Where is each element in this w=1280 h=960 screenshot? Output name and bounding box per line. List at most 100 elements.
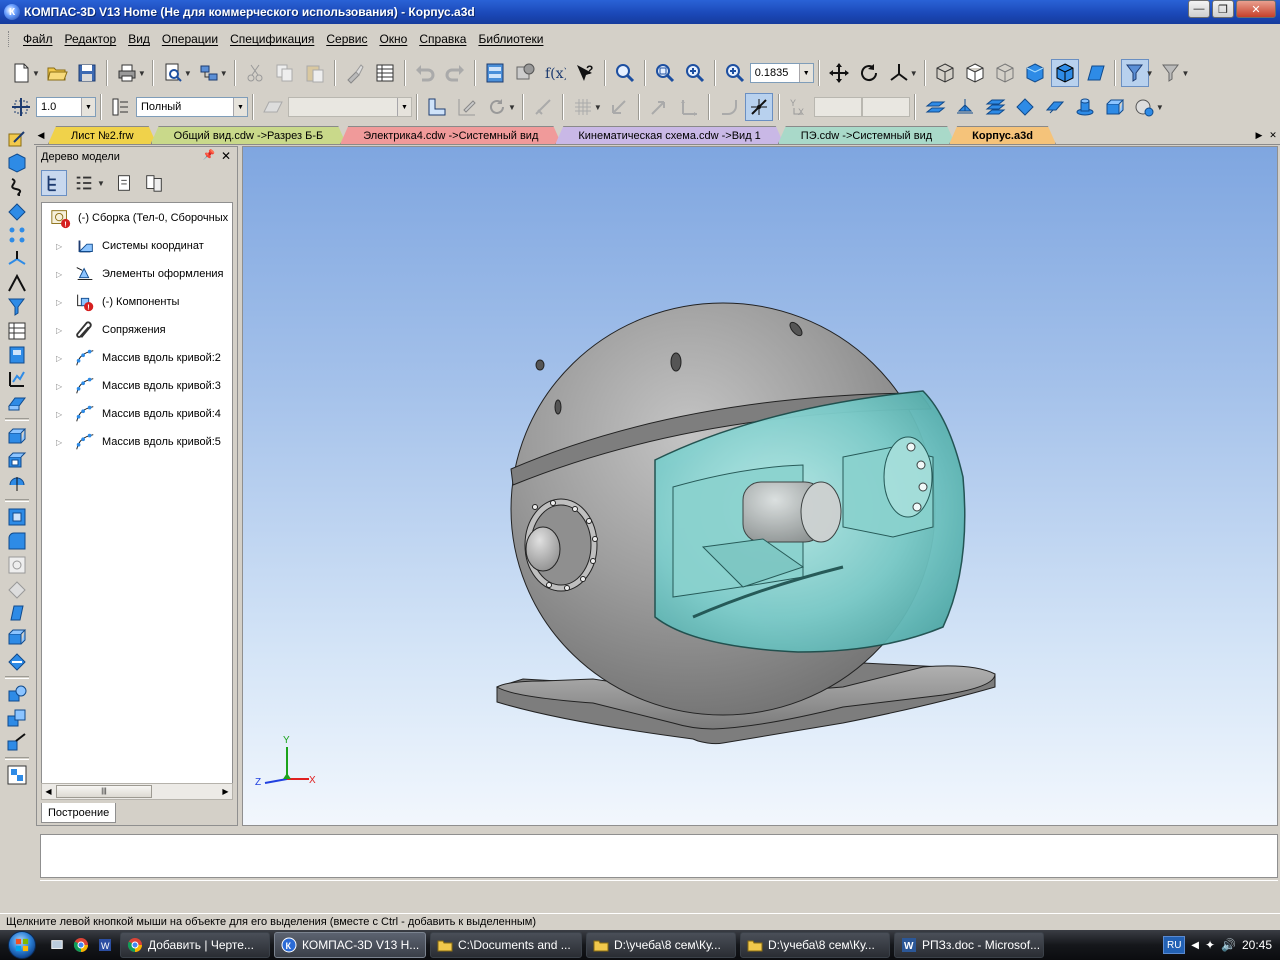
coord-button[interactable] <box>675 93 703 121</box>
menu-file[interactable]: Файл <box>17 32 59 46</box>
expand-icon[interactable]: ▷ <box>56 270 66 279</box>
chevron-down-icon[interactable]: ▼ <box>32 69 40 78</box>
volume-icon[interactable]: 🔊 <box>1221 938 1236 952</box>
rotate-op-icon[interactable] <box>3 472 31 496</box>
hole-op-button[interactable] <box>1071 93 1099 121</box>
taskbar-item-chrome[interactable]: Добавить | Черте... <box>120 932 270 958</box>
halftone-outline-button[interactable] <box>1050 59 1079 87</box>
tree-item[interactable]: ▷ Сопряжения <box>42 317 166 343</box>
split-icon[interactable] <box>3 649 31 673</box>
menu-editor[interactable]: Редактор <box>59 32 123 46</box>
tree-item[interactable]: ▷ Системы координат <box>42 233 204 259</box>
surface-icon[interactable] <box>3 199 31 223</box>
rotate-button[interactable] <box>855 59 883 87</box>
menu-grip[interactable] <box>8 31 11 47</box>
close-icon[interactable]: ✕ <box>221 149 231 163</box>
expand-icon[interactable]: ▷ <box>56 298 66 307</box>
kompas-app-icon[interactable]: К <box>4 4 20 20</box>
app-quicklaunch-icon[interactable]: W <box>94 934 116 956</box>
tab-construction[interactable]: Построение <box>41 803 117 823</box>
measure-button[interactable] <box>1131 93 1159 121</box>
loft-op-button[interactable] <box>981 93 1009 121</box>
sweep-op-button[interactable] <box>1011 93 1039 121</box>
model-3d-render[interactable] <box>243 147 1278 826</box>
taskbar-item-word[interactable]: W РПЗз.doc - Microsof... <box>894 932 1044 958</box>
aux-geometry-icon[interactable] <box>3 247 31 271</box>
tab-korpus[interactable]: Корпус.a3d <box>949 126 1056 144</box>
chevron-down-icon[interactable]: ▼ <box>1146 69 1154 78</box>
variables-button[interactable] <box>511 59 539 87</box>
specification-button[interactable] <box>371 59 399 87</box>
parametric-button[interactable] <box>529 93 557 121</box>
zoom-window-button[interactable] <box>611 59 639 87</box>
redo-button[interactable] <box>441 59 469 87</box>
expand-icon[interactable]: ▷ <box>56 438 66 447</box>
minimize-button[interactable]: — <box>1188 0 1210 18</box>
plane-icon[interactable] <box>259 93 287 121</box>
taskbar-item-folder-study2[interactable]: D:\учеба\8 сем\Ку... <box>740 932 890 958</box>
print-button[interactable] <box>113 59 141 87</box>
filter-icon[interactable] <box>3 295 31 319</box>
show-desktop-icon[interactable] <box>46 934 68 956</box>
chevron-down-icon[interactable]: ▼ <box>233 98 247 116</box>
expand-icon[interactable]: ▷ <box>56 242 66 251</box>
menu-window[interactable]: Окно <box>373 32 413 46</box>
tree-panel-button[interactable] <box>481 59 509 87</box>
chevron-down-icon[interactable]: ▼ <box>220 69 228 78</box>
step-combo[interactable]: 1.0 ▼ <box>36 97 96 117</box>
report-icon[interactable] <box>3 343 31 367</box>
scroll-left-icon[interactable]: ◀ <box>42 784 55 799</box>
tabs-scroll-left-icon[interactable]: ◀ <box>34 126 48 144</box>
shell-icon[interactable] <box>3 577 31 601</box>
close-button[interactable]: ✕ <box>1236 0 1276 18</box>
snap-button[interactable] <box>744 93 773 121</box>
tab-pe[interactable]: ПЭ.cdw ->Системный вид <box>778 126 955 144</box>
assembly-panel-icon[interactable] <box>3 763 31 787</box>
extrude-icon[interactable] <box>3 424 31 448</box>
shell-op-button[interactable] <box>1101 93 1129 121</box>
perspective-button[interactable] <box>1081 59 1109 87</box>
coord-x-field[interactable] <box>813 97 862 117</box>
tree-item[interactable]: ▷ ! (-) Компоненты <box>42 289 179 315</box>
extrude-op-button[interactable] <box>921 93 949 121</box>
tab-sheet2[interactable]: Лист №2.frw <box>48 126 157 144</box>
tree-document-button[interactable] <box>111 170 137 196</box>
round-button[interactable] <box>715 93 743 121</box>
style-combo[interactable]: Полный ▼ <box>136 97 248 117</box>
chevron-down-icon[interactable]: ▼ <box>1156 103 1164 112</box>
chevron-down-icon[interactable]: ▼ <box>184 69 192 78</box>
chrome-icon[interactable] <box>70 934 92 956</box>
expand-icon[interactable]: ▷ <box>56 382 66 391</box>
local-cs-button[interactable] <box>605 93 633 121</box>
rib-icon[interactable] <box>3 625 31 649</box>
menu-libraries[interactable]: Библиотеки <box>472 32 549 46</box>
zoom-combo[interactable]: 0.1835 ▼ <box>749 63 814 83</box>
tree-horizontal-scrollbar[interactable]: ◀ ||| ▶ <box>41 783 233 800</box>
help-pointer-button[interactable]: ? <box>571 59 599 87</box>
tree-root[interactable]: ! (-) Сборка (Тел-0, Сборочных <box>42 205 228 231</box>
menu-view[interactable]: Вид <box>122 32 156 46</box>
spec-icon[interactable] <box>3 319 31 343</box>
pattern-icon[interactable] <box>3 730 31 754</box>
chevron-down-icon[interactable]: ▼ <box>81 98 95 116</box>
chevron-down-icon[interactable]: ▼ <box>910 69 918 78</box>
manager-button[interactable] <box>195 59 223 87</box>
properties-brush-button[interactable] <box>341 59 369 87</box>
sheet-metal-icon[interactable] <box>3 391 31 415</box>
revolve-op-button[interactable] <box>951 93 979 121</box>
menu-specification[interactable]: Спецификация <box>224 32 320 46</box>
array-icon[interactable] <box>3 223 31 247</box>
edit-assembly-icon[interactable] <box>3 127 31 151</box>
restore-button[interactable]: ❐ <box>1212 0 1234 18</box>
scrollbar-thumb[interactable]: ||| <box>56 785 152 798</box>
tree-item[interactable]: ▷ Массив вдоль кривой:4 <box>42 401 221 427</box>
sketch-button[interactable] <box>423 93 451 121</box>
chamfer-icon[interactable] <box>3 553 31 577</box>
language-indicator[interactable]: RU <box>1163 936 1186 954</box>
selection-filter-button[interactable] <box>1157 59 1185 87</box>
new-document-button[interactable] <box>7 59 35 87</box>
cut-extrude-icon[interactable] <box>3 448 31 472</box>
pin-icon[interactable]: 📌 <box>203 150 215 161</box>
chevron-down-icon[interactable]: ▼ <box>1182 69 1190 78</box>
coord-y-field[interactable] <box>861 97 910 117</box>
